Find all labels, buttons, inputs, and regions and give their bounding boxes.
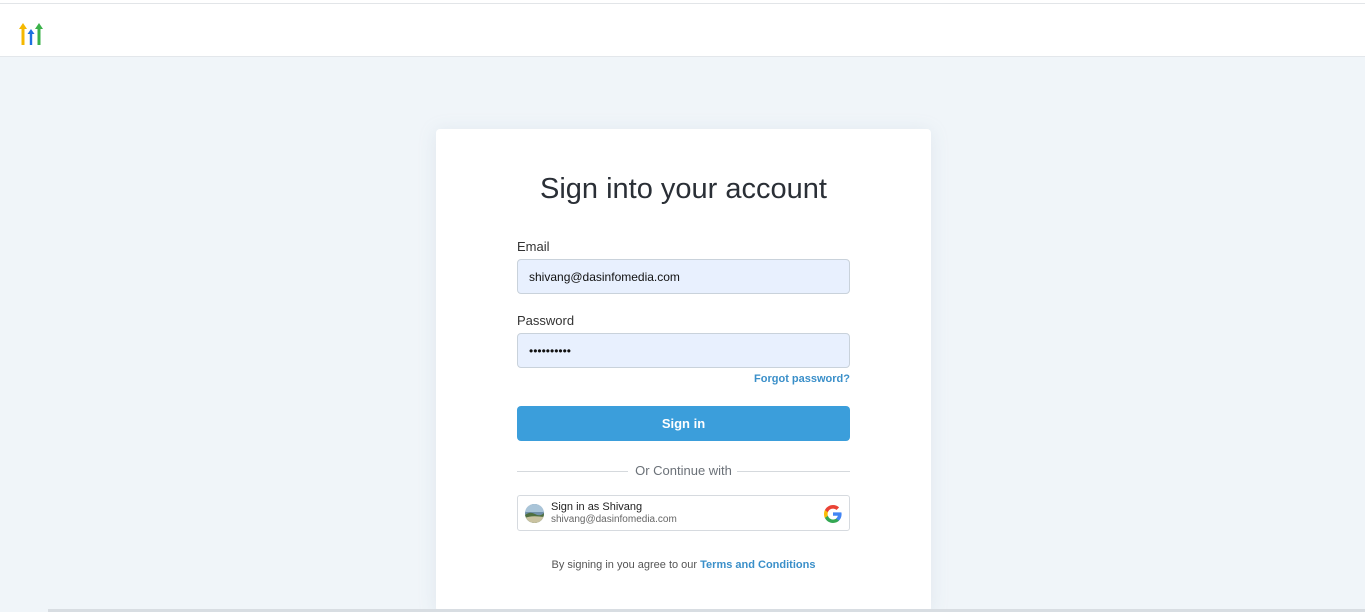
google-account-name: Sign in as Shivang <box>551 501 643 513</box>
brand-logo-icon[interactable] <box>18 21 44 47</box>
or-continue-divider: Or Continue with <box>517 463 850 479</box>
password-field[interactable] <box>517 333 850 368</box>
terms-prefix: By signing in you agree to our <box>551 559 698 571</box>
terms-and-conditions-link[interactable]: Terms and Conditions <box>700 559 815 571</box>
forgot-password-link[interactable]: Forgot password? <box>517 373 850 385</box>
top-header <box>0 4 1365 57</box>
email-label: Email <box>517 239 550 254</box>
google-account-email: shivang@dasinfomedia.com <box>551 514 677 525</box>
sign-in-button[interactable]: Sign in <box>517 406 850 441</box>
terms-notice: By signing in you agree to our Terms and… <box>436 559 931 571</box>
login-card: Sign into your account Email Password Fo… <box>436 129 931 612</box>
profile-avatar-icon <box>525 504 544 523</box>
divider-line-right <box>737 471 850 472</box>
email-field[interactable] <box>517 259 850 294</box>
google-g-icon <box>824 505 842 523</box>
google-sign-in-button[interactable]: Sign in as Shivang shivang@dasinfomedia.… <box>517 495 850 531</box>
page-title: Sign into your account <box>540 173 827 205</box>
password-label: Password <box>517 313 575 328</box>
